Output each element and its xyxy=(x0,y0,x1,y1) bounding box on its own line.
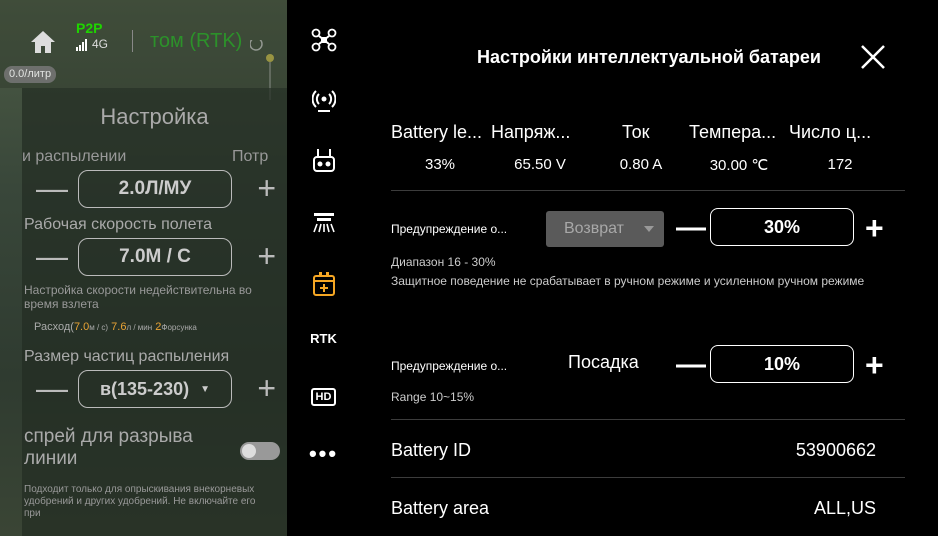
consumption-speed: 7.0 xyxy=(73,321,90,333)
divider xyxy=(391,477,905,478)
break-spray-label: спрей для разрыва линии xyxy=(24,426,193,469)
close-icon[interactable] xyxy=(856,40,890,74)
consumption-label: Потр xyxy=(232,148,269,165)
consumption-speed-unit: м / с) xyxy=(89,323,109,332)
consumption-flow: 7.6 xyxy=(111,321,127,333)
consumption-prefix: Расход( xyxy=(34,321,74,333)
speed-plus-button[interactable]: + xyxy=(257,240,276,272)
header-temperature: Темпера... xyxy=(689,122,777,142)
chevron-down-icon xyxy=(644,226,654,232)
rtk-label: RTK xyxy=(310,330,337,346)
particle-minus-button[interactable]: — xyxy=(36,372,68,404)
value-battery-level: 33% xyxy=(424,156,456,173)
dose-value[interactable]: 2.0Л/МУ xyxy=(78,170,232,208)
header-battery-level: Battery le... xyxy=(391,122,483,142)
dose-plus-button[interactable]: + xyxy=(257,172,276,204)
drone-icon xyxy=(311,28,336,52)
toolbar-item-remote[interactable] xyxy=(287,138,360,182)
spray-settings-panel: Настройка и распылении Потр — 2.0Л/МУ + … xyxy=(22,88,287,536)
dose-label: и распылении xyxy=(22,148,127,165)
toolbar-item-more[interactable]: ••• xyxy=(287,432,360,476)
flight-speed-value[interactable]: 7.0М / С xyxy=(78,238,232,276)
hd-icon: HD xyxy=(310,388,337,406)
battery-id-label: Battery ID xyxy=(391,440,472,460)
background-view: P2P 4G том (RTK) 0.0/литр Настройка и ра… xyxy=(0,0,287,536)
warning1-plus-button[interactable]: + xyxy=(865,212,884,244)
toolbar-item-hd[interactable]: HD xyxy=(287,375,360,419)
more-icon: ••• xyxy=(308,441,339,466)
signal-strength: 4G xyxy=(76,37,108,51)
spray-nozzle-icon xyxy=(312,213,335,233)
battery-area-label: Battery area xyxy=(391,498,490,518)
warning2-value[interactable]: 10% xyxy=(710,345,854,383)
warning2-label: Предупреждение о... xyxy=(391,359,508,373)
break-spray-toggle[interactable] xyxy=(240,442,280,460)
signal-bars-icon xyxy=(76,39,88,51)
toolbar-item-aircraft[interactable] xyxy=(287,18,360,62)
dose-stepper: — 2.0Л/МУ + xyxy=(36,170,276,210)
header-current: Ток xyxy=(622,122,650,142)
consumption-nozzles-unit: Форсунка xyxy=(161,323,197,332)
side-toolbar: RTK HD ••• xyxy=(287,0,360,536)
flight-speed-label: Рабочая скорость полета xyxy=(24,216,213,233)
toolbar-item-spray[interactable] xyxy=(287,200,360,244)
chevron-down-icon: ▼ xyxy=(200,384,211,396)
value-temperature: 30.00 ℃ xyxy=(709,157,769,174)
network-type: 4G xyxy=(92,37,109,51)
header-voltage: Напряж... xyxy=(491,122,571,142)
toolbar-item-rtk[interactable]: RTK xyxy=(287,316,360,360)
header-cycles: Число ц... xyxy=(789,122,872,142)
battery-id-value: 53900662 xyxy=(795,440,876,460)
break-spray-note: Подходит только для опрыскивания внекорн… xyxy=(24,484,256,519)
speed-note: Настройка скорости недействительна во вр… xyxy=(24,283,252,311)
consumption-flow-unit: л / мин xyxy=(126,323,153,332)
consumption-summary: Расход(7.0м / с) 7.6л / мин 2Форсунка xyxy=(34,321,197,333)
particle-size-select[interactable]: в(135-230) ▼ xyxy=(78,370,232,408)
home-icon[interactable] xyxy=(30,30,56,54)
toolbar-item-signal[interactable] xyxy=(287,78,360,122)
remote-controller-icon xyxy=(312,149,335,172)
panel-title: Настройки интеллектуальной батареи xyxy=(477,47,821,67)
battery-settings-panel: Настройки интеллектуальной батареи Batte… xyxy=(360,0,938,536)
warning1-action: Возврат xyxy=(564,220,624,237)
battery-icon xyxy=(312,272,335,296)
warning1-value[interactable]: 30% xyxy=(710,208,854,246)
value-voltage: 65.50 V xyxy=(514,156,566,173)
divider xyxy=(391,190,905,191)
particle-size-stepper: — в(135-230) ▼ + xyxy=(36,370,276,410)
warning2-plus-button[interactable]: + xyxy=(865,349,884,381)
particle-size-value: в(135-230) xyxy=(99,379,190,399)
warning2-action: Посадка xyxy=(568,352,639,372)
warning1-note: Защитное поведение не срабатывает в ручн… xyxy=(391,274,865,288)
warning1-range: Диапазон 16 - 30% xyxy=(391,255,496,269)
warning1-label: Предупреждение о... xyxy=(391,222,508,236)
flight-speed-stepper: — 7.0М / С + xyxy=(36,238,276,278)
particle-plus-button[interactable]: + xyxy=(257,372,276,404)
toolbar-item-battery[interactable] xyxy=(287,262,360,306)
warning1-minus-button[interactable]: — xyxy=(676,213,706,243)
warning1-action-select[interactable]: Возврат xyxy=(546,211,664,247)
battery-area-value: ALL,US xyxy=(813,498,876,518)
divider xyxy=(132,30,133,52)
warning2-minus-button[interactable]: — xyxy=(676,350,706,380)
signal-icon xyxy=(311,90,336,112)
divider xyxy=(391,419,905,420)
speed-minus-button[interactable]: — xyxy=(36,240,68,272)
dose-minus-button[interactable]: — xyxy=(36,172,68,204)
link-type-label: P2P xyxy=(76,20,103,36)
warning2-range: Range 10~15% xyxy=(391,390,475,404)
value-current: 0.80 A xyxy=(619,156,663,173)
particle-size-label: Размер частиц распыления xyxy=(24,348,230,365)
spray-settings-title: Настройка xyxy=(100,104,209,129)
flight-mode-label: том (RTK) xyxy=(150,30,243,52)
value-cycles: 172 xyxy=(827,156,853,173)
speed-badge: 0.0/литр xyxy=(4,66,57,83)
